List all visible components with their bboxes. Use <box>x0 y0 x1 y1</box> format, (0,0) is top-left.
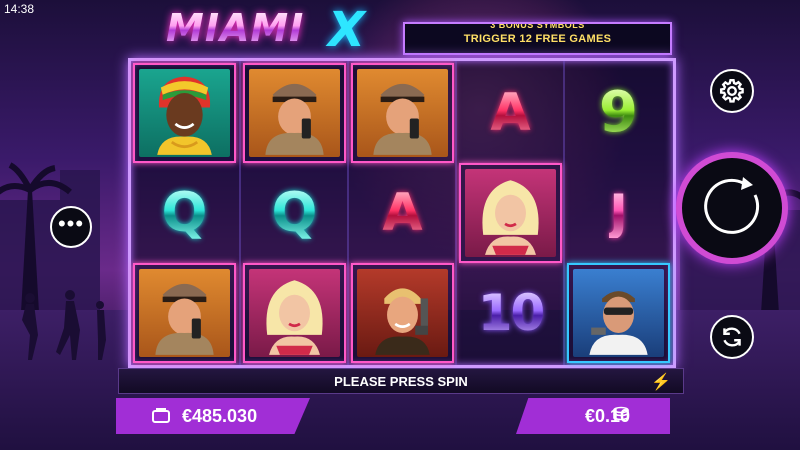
symbol-letter: A <box>382 183 423 243</box>
symbol-blonde-woman <box>243 263 346 363</box>
symbol-letter: Q <box>271 181 318 244</box>
menu-button[interactable]: ••• <box>50 206 92 248</box>
bet-panel[interactable]: €0.10 <box>516 398 670 434</box>
symbol-letter: 10 <box>477 284 546 342</box>
spin-arrow-icon <box>704 177 760 234</box>
reel-1: Q <box>131 61 238 365</box>
cop-radio-icon <box>373 83 432 155</box>
symbol-cop-radio <box>351 63 454 163</box>
symbol-q: Q <box>133 163 236 263</box>
message-bar: PLEASE PRESS SPIN ⚡ <box>118 368 684 394</box>
settings-button[interactable] <box>710 69 754 113</box>
gunman-icon <box>375 288 430 355</box>
spin-button[interactable] <box>676 152 788 264</box>
balance-amount: €485.030 <box>182 405 258 426</box>
coins-icon <box>613 406 629 421</box>
blonde-woman-icon <box>266 280 323 355</box>
symbol-lady-dreadlocks <box>133 63 236 163</box>
reel-3: A <box>347 61 454 365</box>
spin-message: PLEASE PRESS SPIN <box>334 374 468 389</box>
symbol-a: A <box>459 63 562 163</box>
symbol-cop-radio <box>133 263 236 363</box>
reel-5: 9 J <box>563 61 670 365</box>
sunglasses-man-icon <box>589 291 648 355</box>
balance-panel: €485.030 <box>116 398 310 434</box>
gear-icon <box>719 78 744 103</box>
symbol-j: J <box>567 163 670 263</box>
autoplay-arrows-icon <box>723 327 741 347</box>
feature-banner: 3 BONUS SYMBOLS TRIGGER 12 FREE GAMES <box>403 22 672 55</box>
turbo-bolt-icon[interactable]: ⚡ <box>651 372 671 392</box>
symbol-10: 10 <box>459 263 562 363</box>
symbol-letter: 9 <box>599 80 638 145</box>
cop-radio-icon <box>265 83 324 155</box>
symbol-letter: Q <box>161 181 208 244</box>
symbol-cop-radio <box>243 63 346 163</box>
autoplay-button[interactable] <box>710 315 754 359</box>
symbol-gunman <box>351 263 454 363</box>
dancers-silhouette <box>22 290 106 360</box>
more-dots-icon: ••• <box>57 211 85 236</box>
symbol-a: A <box>351 163 454 263</box>
lady-dreadlocks-icon <box>157 76 212 155</box>
banner-bottom-text: TRIGGER 12 FREE GAMES <box>463 33 612 45</box>
logo-x-letter: X <box>328 2 366 58</box>
symbol-sunglasses-man <box>567 263 670 363</box>
symbol-q: Q <box>243 163 346 263</box>
symbol-letter: J <box>609 184 628 242</box>
cop-radio-icon <box>155 283 214 355</box>
logo-word: MIAMI <box>166 6 305 50</box>
game-logo: MIAMI X <box>166 2 371 58</box>
symbol-9: 9 <box>567 63 670 163</box>
wallet-icon <box>152 408 170 423</box>
symbol-letter: A <box>490 83 531 143</box>
banner-top-text: 3 BONUS SYMBOLS <box>490 22 585 30</box>
status-clock: 14:38 <box>4 2 35 16</box>
blonde-woman-icon <box>482 180 539 255</box>
symbol-blonde-woman <box>459 163 562 263</box>
reel-2: Q <box>239 61 346 365</box>
reel-frame: Q Q A A 10 9 J <box>128 58 676 368</box>
reel-4: A 10 <box>455 61 562 365</box>
